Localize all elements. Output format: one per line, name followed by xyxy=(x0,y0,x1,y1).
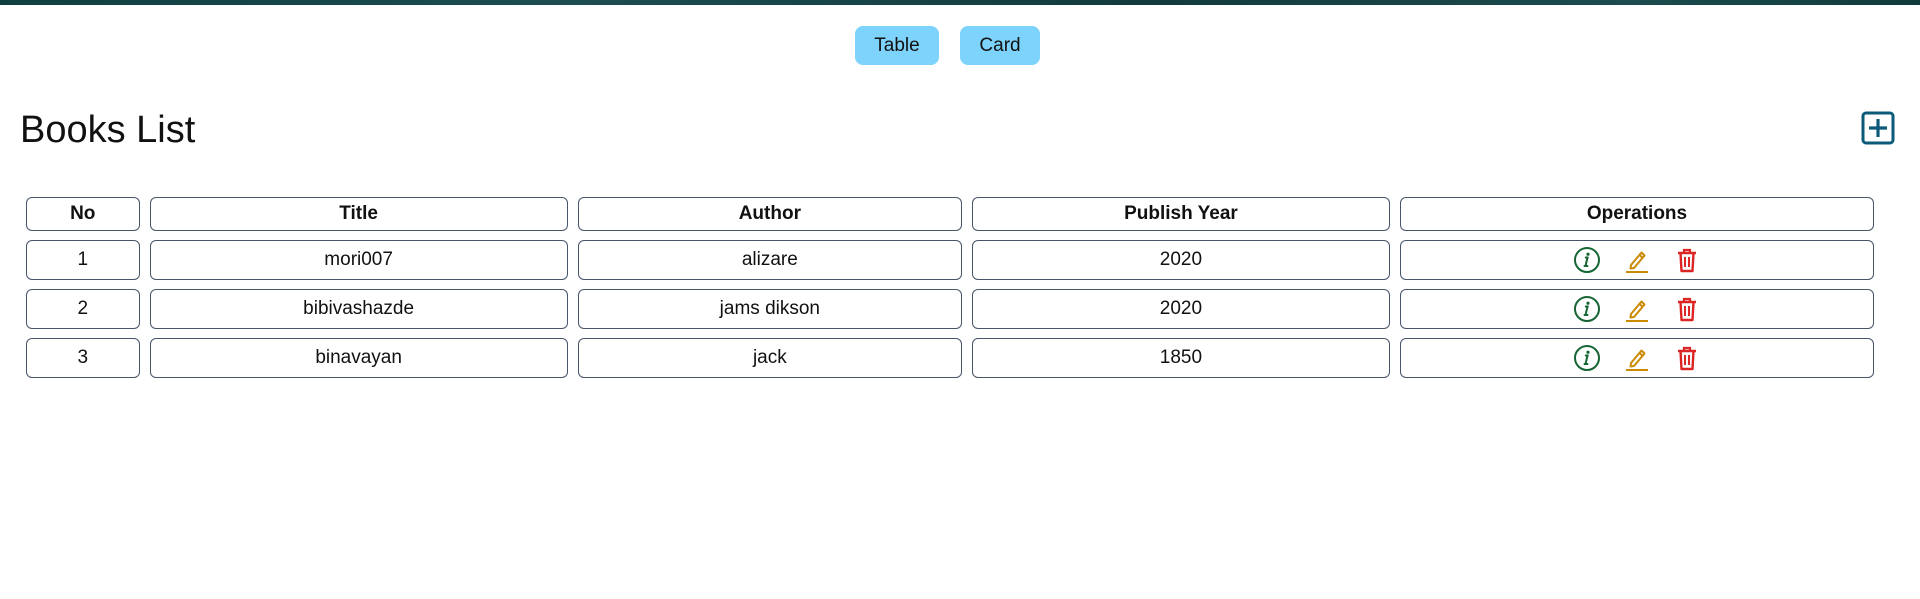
books-table: No Title Author Publish Year Operations … xyxy=(16,188,1884,387)
pencil-icon[interactable] xyxy=(1623,295,1651,323)
card-view-button[interactable]: Card xyxy=(960,26,1040,65)
trash-icon[interactable] xyxy=(1673,295,1701,323)
info-circle-icon[interactable] xyxy=(1573,246,1601,274)
table-header-row: No Title Author Publish Year Operations xyxy=(26,197,1874,231)
header-no: No xyxy=(26,197,140,231)
cell-title: binavayan xyxy=(149,338,568,378)
pencil-icon[interactable] xyxy=(1623,246,1651,274)
row-operations xyxy=(1401,246,1873,274)
cell-no: 3 xyxy=(26,338,140,378)
cell-title: mori007 xyxy=(149,240,568,280)
plus-square-icon xyxy=(1861,111,1895,145)
table-row: 2 bibivashazde jams dikson 2020 xyxy=(26,289,1874,329)
cell-operations xyxy=(1399,240,1874,280)
header-operations: Operations xyxy=(1399,197,1874,231)
header-title: Title xyxy=(149,197,568,231)
add-book-button[interactable] xyxy=(1861,111,1895,145)
top-banner-strip xyxy=(0,0,1920,5)
row-operations xyxy=(1401,295,1873,323)
cell-publish-year: 1850 xyxy=(971,338,1390,378)
table-row: 3 binavayan jack 1850 xyxy=(26,338,1874,378)
info-circle-icon[interactable] xyxy=(1573,295,1601,323)
page-title: Books List xyxy=(20,109,196,151)
table-row: 1 mori007 alizare 2020 xyxy=(26,240,1874,280)
trash-icon[interactable] xyxy=(1673,246,1701,274)
cell-author: alizare xyxy=(577,240,962,280)
cell-operations xyxy=(1399,289,1874,329)
view-toggle: Table Card xyxy=(0,26,1920,65)
cell-title: bibivashazde xyxy=(149,289,568,329)
table-view-button[interactable]: Table xyxy=(855,26,939,65)
trash-icon[interactable] xyxy=(1673,344,1701,372)
cell-no: 2 xyxy=(26,289,140,329)
cell-operations xyxy=(1399,338,1874,378)
info-circle-icon[interactable] xyxy=(1573,344,1601,372)
row-operations xyxy=(1401,344,1873,372)
cell-publish-year: 2020 xyxy=(971,240,1390,280)
cell-no: 1 xyxy=(26,240,140,280)
pencil-icon[interactable] xyxy=(1623,344,1651,372)
cell-publish-year: 2020 xyxy=(971,289,1390,329)
header-publish-year: Publish Year xyxy=(971,197,1390,231)
cell-author: jams dikson xyxy=(577,289,962,329)
cell-author: jack xyxy=(577,338,962,378)
header-author: Author xyxy=(577,197,962,231)
